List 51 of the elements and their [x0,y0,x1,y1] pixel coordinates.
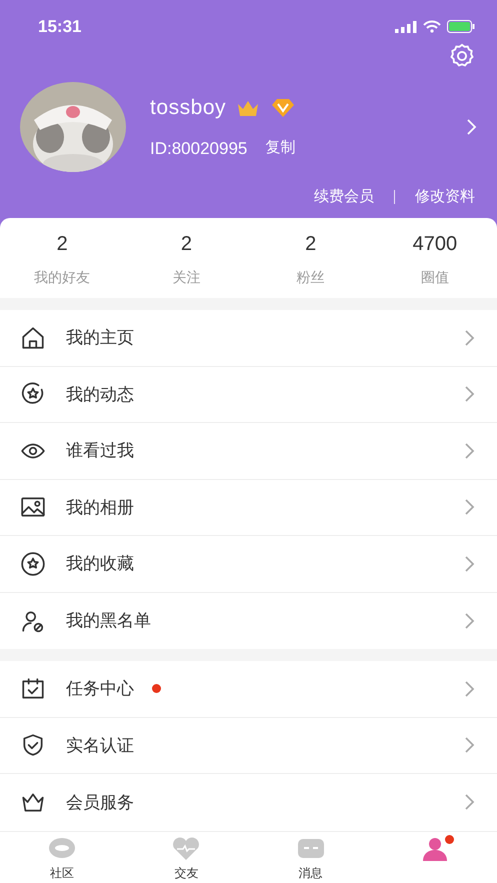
chevron-right-icon [463,442,475,460]
menu-item[interactable]: 实名认证 [0,718,497,774]
stat-value: 2 [180,232,192,256]
battery-icon [447,20,475,34]
header-link[interactable]: 续费会员 [314,186,374,208]
stat-label: 关注 [172,268,200,286]
home-icon [20,324,46,351]
stat-value: 2 [305,232,316,256]
stat-value: 4700 [412,232,458,256]
menu-label: 我的主页 [66,327,134,349]
menu-label: 会员服务 [66,792,134,814]
menu-item[interactable]: 我的主页 [0,310,497,366]
menu-item[interactable]: 我的黑名单 [0,592,497,649]
username: tossboy [150,95,226,121]
diamond-icon [270,98,296,118]
menu-label: 我的收藏 [66,553,134,575]
menu-item[interactable]: 我的动态 [0,366,497,423]
header-link[interactable]: 修改资料 [415,186,475,208]
copy-button[interactable]: 复制 [265,137,296,160]
chevron-right-icon [463,736,475,754]
tab[interactable]: 消息 [248,832,373,883]
chevron-right-icon [465,118,477,136]
menu-item[interactable]: 任务中心 [0,661,497,718]
menu-item[interactable]: 会员服务 [0,774,497,830]
chevron-right-icon [463,793,475,812]
chevron-right-icon [463,680,475,698]
user-id: ID:80020995 [150,138,248,160]
stat-label: 粉丝 [296,268,325,286]
stat-label: 我的好友 [34,268,90,286]
status-time: 15:31 [38,16,82,38]
heart-icon [171,836,202,862]
stat-label: 圈值 [420,268,449,286]
menu-label: 谁看过我 [66,440,134,462]
menu-label: 实名认证 [66,734,134,756]
menu-item[interactable]: 我的收藏 [0,536,497,592]
stat-value: 2 [56,232,68,256]
menu-label: 任务中心 [66,678,134,700]
chevron-right-icon [463,612,475,630]
chevron-right-icon [463,554,475,573]
chevron-right-icon [463,498,475,516]
menu-label: 我的动态 [66,384,134,406]
chevron-right-icon [463,385,475,404]
tab[interactable]: 交友 [124,832,248,883]
menu-label: 我的黑名单 [66,610,151,632]
menu-label: 我的相册 [66,496,134,518]
menu-item[interactable]: 我的相册 [0,480,497,536]
tab[interactable]: 社区 [0,832,124,883]
wifi-icon [423,20,441,34]
menu-item[interactable]: 谁看过我 [0,423,497,480]
chevron-right-icon [463,328,475,347]
signal-icon [395,20,417,33]
